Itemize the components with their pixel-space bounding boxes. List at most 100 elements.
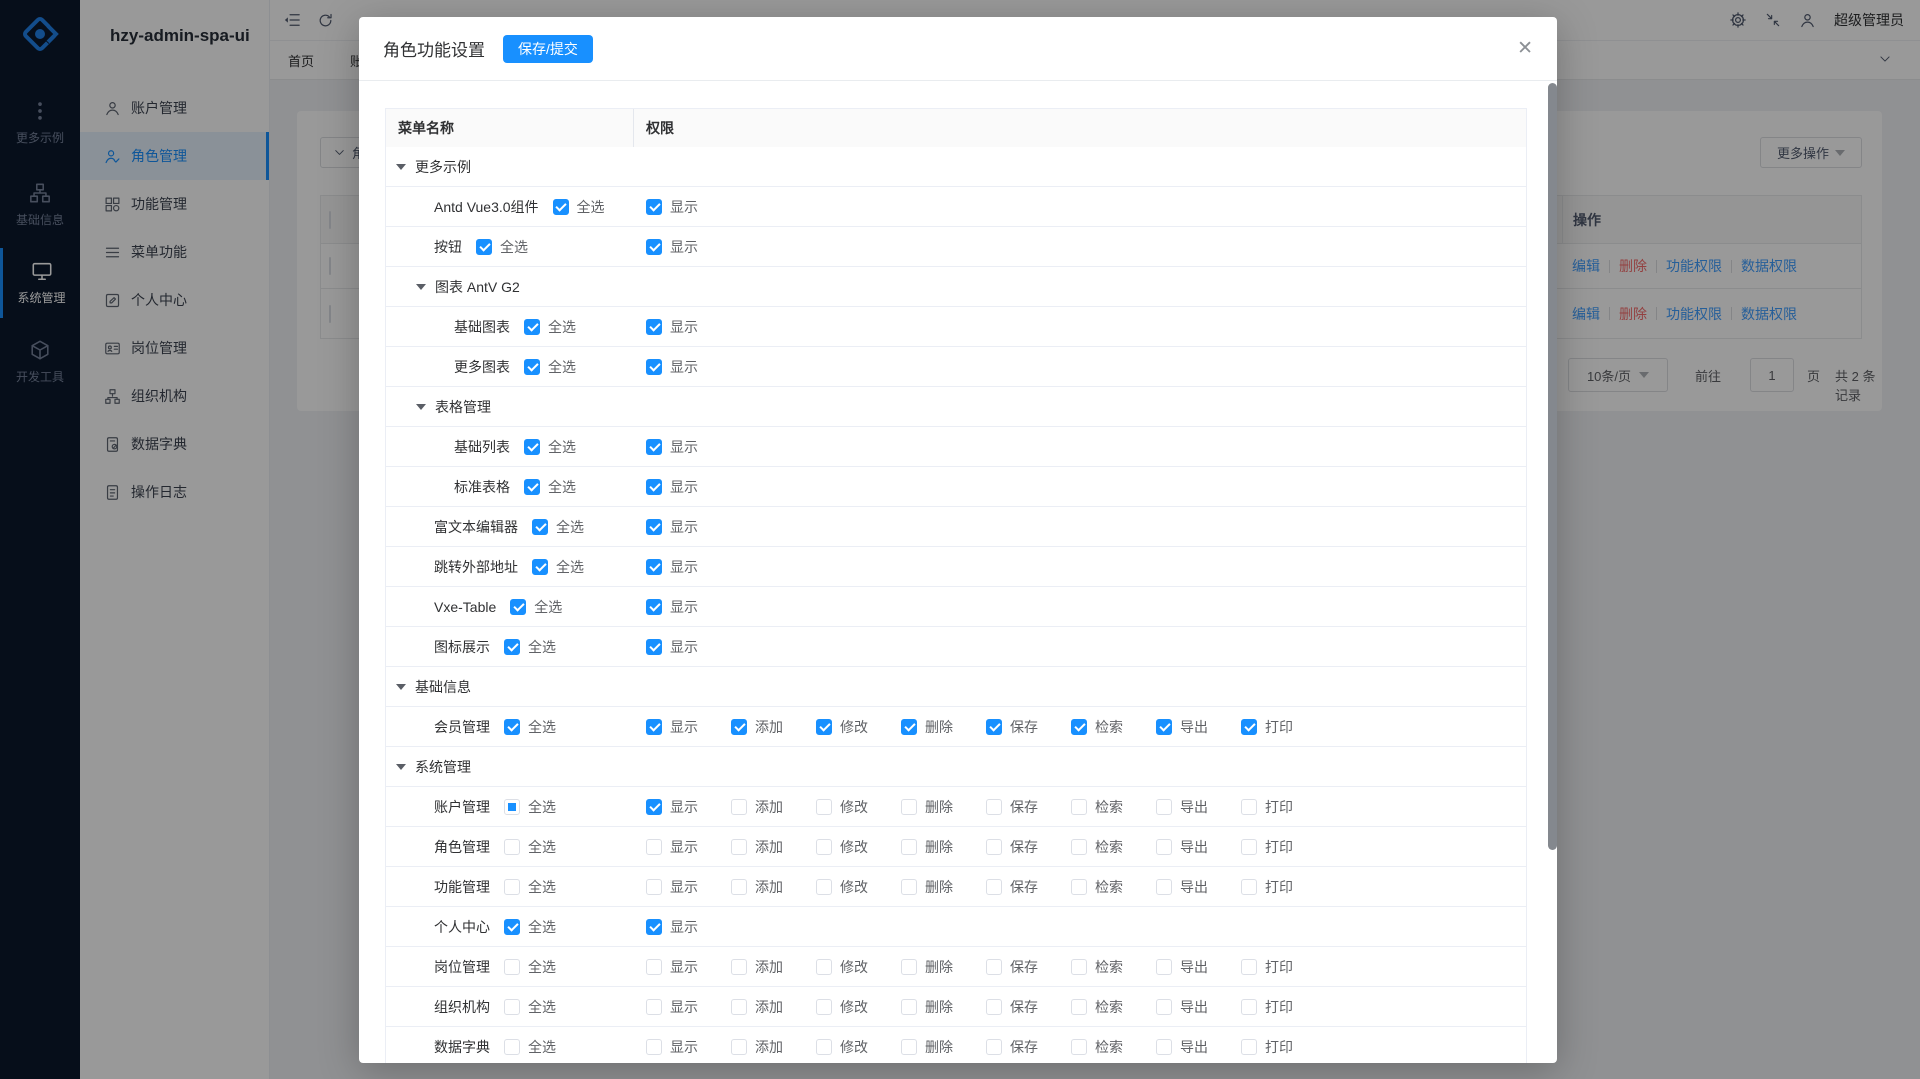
select-all-checkbox[interactable] bbox=[524, 319, 540, 335]
permission-checkbox[interactable] bbox=[646, 639, 662, 655]
permission-checkbox[interactable] bbox=[986, 719, 1002, 735]
permission-checkbox[interactable] bbox=[816, 719, 832, 735]
permission-checkbox[interactable] bbox=[731, 879, 747, 895]
permission-checkbox[interactable] bbox=[646, 1039, 662, 1055]
permission-checkbox[interactable] bbox=[1241, 719, 1257, 735]
permission-checkbox[interactable] bbox=[1156, 1039, 1172, 1055]
select-all-pair: 全选 bbox=[553, 197, 605, 217]
permission-checkbox[interactable] bbox=[1241, 959, 1257, 975]
select-all-checkbox[interactable] bbox=[504, 639, 520, 655]
permission-checkbox[interactable] bbox=[901, 879, 917, 895]
select-all-checkbox[interactable] bbox=[504, 1039, 520, 1055]
permission-checkbox[interactable] bbox=[646, 599, 662, 615]
permission-pair: 保存 bbox=[986, 957, 1038, 977]
save-submit-button[interactable]: 保存/提交 bbox=[503, 35, 593, 63]
permission-checkbox[interactable] bbox=[646, 919, 662, 935]
permission-checkbox[interactable] bbox=[646, 319, 662, 335]
permission-checkbox[interactable] bbox=[731, 999, 747, 1015]
select-all-checkbox[interactable] bbox=[504, 999, 520, 1015]
select-all-checkbox[interactable] bbox=[524, 439, 540, 455]
select-all-checkbox[interactable] bbox=[504, 879, 520, 895]
permission-checkbox[interactable] bbox=[901, 839, 917, 855]
permission-checkbox[interactable] bbox=[986, 799, 1002, 815]
permission-checkbox[interactable] bbox=[1241, 799, 1257, 815]
select-all-checkbox[interactable] bbox=[532, 559, 548, 575]
permission-checkbox[interactable] bbox=[731, 799, 747, 815]
select-all-checkbox[interactable] bbox=[476, 239, 492, 255]
permission-checkbox[interactable] bbox=[986, 959, 1002, 975]
modal-scrollbar-thumb[interactable] bbox=[1548, 83, 1557, 850]
select-all-checkbox[interactable] bbox=[553, 199, 569, 215]
permission-checkbox[interactable] bbox=[1156, 959, 1172, 975]
caret-down-icon[interactable] bbox=[396, 684, 406, 690]
permission-checkbox[interactable] bbox=[1156, 999, 1172, 1015]
permission-checkbox[interactable] bbox=[1071, 879, 1087, 895]
permission-checkbox[interactable] bbox=[646, 999, 662, 1015]
permission-checkbox[interactable] bbox=[901, 1039, 917, 1055]
permission-checkbox[interactable] bbox=[646, 879, 662, 895]
permission-checkbox[interactable] bbox=[1071, 799, 1087, 815]
permission-checkbox[interactable] bbox=[901, 799, 917, 815]
permission-checkbox[interactable] bbox=[986, 999, 1002, 1015]
select-all-checkbox[interactable] bbox=[532, 519, 548, 535]
permission-label: 导出 bbox=[1180, 717, 1208, 737]
permission-checkbox[interactable] bbox=[816, 1039, 832, 1055]
permission-checkbox[interactable] bbox=[1241, 999, 1257, 1015]
permission-checkbox[interactable] bbox=[816, 999, 832, 1015]
permission-checkbox[interactable] bbox=[901, 959, 917, 975]
close-icon[interactable]: ✕ bbox=[1517, 39, 1533, 58]
permission-checkbox[interactable] bbox=[646, 479, 662, 495]
permission-checkbox[interactable] bbox=[901, 999, 917, 1015]
permission-checkbox[interactable] bbox=[1071, 1039, 1087, 1055]
permission-checkbox[interactable] bbox=[646, 719, 662, 735]
caret-down-icon[interactable] bbox=[416, 284, 426, 290]
permission-checkbox[interactable] bbox=[986, 839, 1002, 855]
select-all-checkbox[interactable] bbox=[524, 359, 540, 375]
permission-checkbox[interactable] bbox=[1241, 879, 1257, 895]
permission-checkbox[interactable] bbox=[731, 1039, 747, 1055]
permission-label: 保存 bbox=[1010, 797, 1038, 817]
permission-checkbox[interactable] bbox=[731, 959, 747, 975]
permission-checkbox[interactable] bbox=[1241, 1039, 1257, 1055]
select-all-checkbox[interactable] bbox=[504, 719, 520, 735]
permission-checkbox[interactable] bbox=[1071, 999, 1087, 1015]
permission-checkbox[interactable] bbox=[1071, 719, 1087, 735]
permission-checkbox[interactable] bbox=[646, 199, 662, 215]
select-all-checkbox[interactable] bbox=[504, 839, 520, 855]
permission-checkbox[interactable] bbox=[1156, 839, 1172, 855]
select-all-checkbox[interactable] bbox=[524, 479, 540, 495]
permission-checkbox[interactable] bbox=[1156, 799, 1172, 815]
permission-checkbox[interactable] bbox=[1071, 839, 1087, 855]
permission-checkbox[interactable] bbox=[1156, 879, 1172, 895]
permission-checkbox[interactable] bbox=[1241, 839, 1257, 855]
permission-checkbox[interactable] bbox=[646, 559, 662, 575]
permission-pair: 显示 bbox=[646, 837, 698, 857]
permission-checkbox[interactable] bbox=[646, 439, 662, 455]
select-all-checkbox[interactable] bbox=[504, 919, 520, 935]
permission-checkbox[interactable] bbox=[646, 839, 662, 855]
permission-checkbox[interactable] bbox=[816, 839, 832, 855]
permission-checkbox[interactable] bbox=[646, 799, 662, 815]
permission-checkbox[interactable] bbox=[901, 719, 917, 735]
permission-checkbox[interactable] bbox=[646, 959, 662, 975]
caret-down-icon[interactable] bbox=[396, 764, 406, 770]
caret-down-icon[interactable] bbox=[416, 404, 426, 410]
menu-name: 数据字典 bbox=[434, 1037, 490, 1057]
permission-checkbox[interactable] bbox=[816, 959, 832, 975]
caret-down-icon[interactable] bbox=[396, 164, 406, 170]
permission-checkbox[interactable] bbox=[646, 519, 662, 535]
menu-name: 基础列表 bbox=[454, 437, 510, 457]
permission-checkbox[interactable] bbox=[1156, 719, 1172, 735]
permission-checkbox[interactable] bbox=[1071, 959, 1087, 975]
permission-checkbox[interactable] bbox=[986, 1039, 1002, 1055]
permission-checkbox[interactable] bbox=[731, 719, 747, 735]
permission-checkbox[interactable] bbox=[646, 239, 662, 255]
permission-checkbox[interactable] bbox=[816, 879, 832, 895]
permission-checkbox[interactable] bbox=[731, 839, 747, 855]
permission-checkbox[interactable] bbox=[646, 359, 662, 375]
select-all-checkbox[interactable] bbox=[510, 599, 526, 615]
select-all-checkbox[interactable] bbox=[504, 959, 520, 975]
permission-checkbox[interactable] bbox=[986, 879, 1002, 895]
select-all-checkbox[interactable] bbox=[504, 799, 520, 815]
permission-checkbox[interactable] bbox=[816, 799, 832, 815]
